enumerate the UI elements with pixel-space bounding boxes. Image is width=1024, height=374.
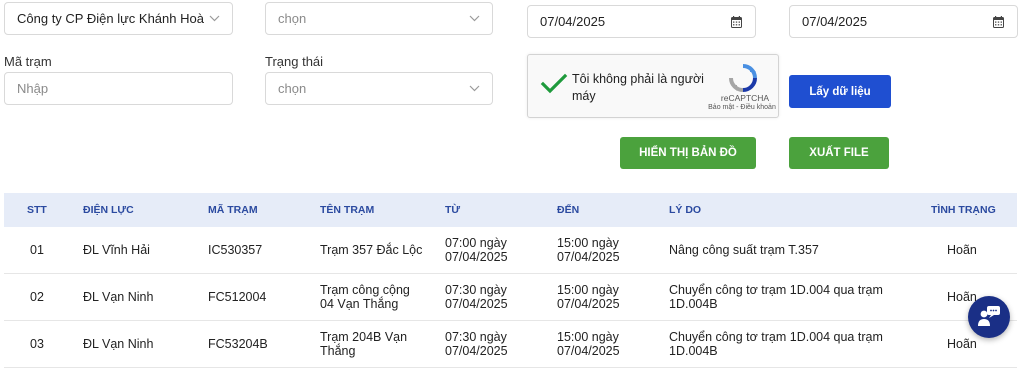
- cell-den-time: 15:00 ngày: [557, 283, 619, 297]
- cell-den-time: 15:00 ngày: [557, 330, 619, 344]
- cell-ten-tram: Trạm 204B Vạn Thắng: [320, 330, 407, 358]
- cell-ma-tram: IC530357: [208, 243, 263, 257]
- recaptcha-logo-icon: [728, 63, 758, 93]
- chevron-down-icon: [468, 83, 480, 95]
- chat-support-icon: [976, 304, 1002, 331]
- cell-den-date: 07/04/2025: [557, 250, 620, 264]
- cell-tu-date: 07/04/2025: [445, 250, 508, 264]
- cell-ma-tram: FC53204B: [208, 337, 268, 351]
- header-den: ĐẾN: [557, 204, 580, 216]
- cell-tu-time: 07:00 ngày: [445, 236, 507, 250]
- recaptcha-brand: reCAPTCHA: [720, 93, 770, 103]
- cell-den-time: 15:00 ngày: [557, 236, 619, 250]
- export-file-button[interactable]: XUẤT FILE: [789, 137, 889, 169]
- cell-stt: 02: [30, 290, 44, 304]
- fetch-data-button[interactable]: Lấy dữ liệu: [789, 75, 891, 108]
- table-row[interactable]: 01 ĐL Vĩnh Hải IC530357 Trạm 357 Đắc Lộc…: [4, 227, 1017, 274]
- cell-tinh-trang: Hoãn: [947, 290, 977, 304]
- table-row[interactable]: 02 ĐL Vạn Ninh FC512004 Trạm công cộng 0…: [4, 274, 1017, 321]
- from-date-value: 07/04/2025: [540, 14, 606, 29]
- header-ten-tram: TÊN TRẠM: [320, 204, 375, 216]
- checkmark-icon[interactable]: [540, 73, 568, 95]
- header-ly-do: LÝ DO: [669, 204, 702, 216]
- cell-tu: 07:30 ngày 07/04/2025: [445, 283, 508, 311]
- status-select[interactable]: chọn: [265, 72, 493, 105]
- recaptcha-widget: Tôi không phải là người máy reCAPTCHA Bả…: [527, 54, 779, 118]
- station-code-input[interactable]: Nhập: [4, 72, 233, 105]
- to-date-input[interactable]: 07/04/2025: [789, 5, 1018, 38]
- cell-ly-do-line1: Chuyển công tơ trạm 1D.004 qua trạm: [669, 283, 883, 297]
- header-tu: TỪ: [445, 204, 461, 216]
- cell-ly-do: Chuyển công tơ trạm 1D.004 qua trạm 1D.0…: [669, 283, 883, 311]
- table-row[interactable]: 03 ĐL Vạn Ninh FC53204B Trạm 204B Vạn Th…: [4, 321, 1017, 368]
- cell-ten-tram-line2: Thắng: [320, 344, 356, 358]
- cell-stt: 03: [30, 337, 44, 351]
- cell-ly-do-line2: 1D.004B: [669, 344, 718, 358]
- show-map-button[interactable]: HIỂN THỊ BẢN ĐỒ: [620, 137, 756, 169]
- cell-dien-luc: ĐL Vĩnh Hải: [83, 243, 150, 257]
- table-header: STT ĐIỆN LỰC MÃ TRẠM TÊN TRẠM TỪ ĐẾN LÝ …: [4, 193, 1017, 227]
- recaptcha-links[interactable]: Bảo mật - Điều khoản: [706, 104, 778, 111]
- recaptcha-text: Tôi không phải là người máy: [572, 72, 704, 103]
- header-tinh-trang: TÌNH TRẠNG: [931, 204, 996, 216]
- company-select-value: Công ty CP Điện lực Khánh Hoà: [17, 11, 204, 26]
- header-stt: STT: [27, 204, 47, 216]
- chevron-down-icon: [208, 13, 220, 25]
- station-code-label: Mã trạm: [4, 54, 52, 69]
- cell-dien-luc: ĐL Vạn Ninh: [83, 337, 154, 351]
- station-code-placeholder: Nhập: [17, 81, 49, 96]
- unit-select-placeholder: chọn: [278, 11, 307, 26]
- cell-tu-time: 07:30 ngày: [445, 283, 507, 297]
- to-date-value: 07/04/2025: [802, 14, 868, 29]
- cell-ten-tram: Trạm 357 Đắc Lộc: [320, 243, 423, 257]
- cell-ma-tram: FC512004: [208, 290, 267, 304]
- cell-tu: 07:30 ngày 07/04/2025: [445, 330, 508, 358]
- company-select[interactable]: Công ty CP Điện lực Khánh Hoà: [4, 2, 233, 35]
- cell-den: 15:00 ngày 07/04/2025: [557, 236, 620, 264]
- cell-tinh-trang: Hoãn: [947, 337, 977, 351]
- cell-ten-tram-line1: Trạm công cộng: [320, 283, 410, 297]
- status-label: Trạng thái: [265, 54, 324, 69]
- header-dien-luc: ĐIỆN LỰC: [83, 204, 134, 216]
- outage-table: STT ĐIỆN LỰC MÃ TRẠM TÊN TRẠM TỪ ĐẾN LÝ …: [4, 193, 1017, 368]
- cell-den: 15:00 ngày 07/04/2025: [557, 283, 620, 311]
- cell-tu: 07:00 ngày 07/04/2025: [445, 236, 508, 264]
- cell-ten-tram-line1: Trạm 204B Vạn: [320, 330, 408, 344]
- status-select-placeholder: chọn: [278, 81, 307, 96]
- cell-tu-time: 07:30 ngày: [445, 330, 507, 344]
- cell-den-date: 07/04/2025: [557, 297, 620, 311]
- from-date-input[interactable]: 07/04/2025: [527, 5, 756, 38]
- cell-tu-date: 07/04/2025: [445, 344, 508, 358]
- cell-ly-do-line2: 1D.004B: [669, 297, 718, 311]
- cell-den-date: 07/04/2025: [557, 344, 620, 358]
- cell-tinh-trang: Hoãn: [947, 243, 977, 257]
- cell-tu-date: 07/04/2025: [445, 297, 508, 311]
- cell-ten-tram-line2: 04 Vạn Thắng: [320, 297, 399, 311]
- header-ma-tram: MÃ TRẠM: [208, 204, 258, 216]
- unit-select[interactable]: chọn: [265, 2, 493, 35]
- chat-support-button[interactable]: [968, 296, 1010, 338]
- cell-ly-do: Chuyển công tơ trạm 1D.004 qua trạm 1D.0…: [669, 330, 883, 358]
- cell-ly-do: Nâng công suất trạm T.357: [669, 243, 819, 257]
- calendar-icon[interactable]: [993, 15, 1005, 28]
- cell-den: 15:00 ngày 07/04/2025: [557, 330, 620, 358]
- cell-stt: 01: [30, 243, 44, 257]
- cell-ly-do-line1: Chuyển công tơ trạm 1D.004 qua trạm: [669, 330, 883, 344]
- chevron-down-icon: [468, 13, 480, 25]
- calendar-icon[interactable]: [731, 15, 743, 28]
- cell-ten-tram: Trạm công cộng 04 Vạn Thắng: [320, 283, 410, 311]
- cell-dien-luc: ĐL Vạn Ninh: [83, 290, 154, 304]
